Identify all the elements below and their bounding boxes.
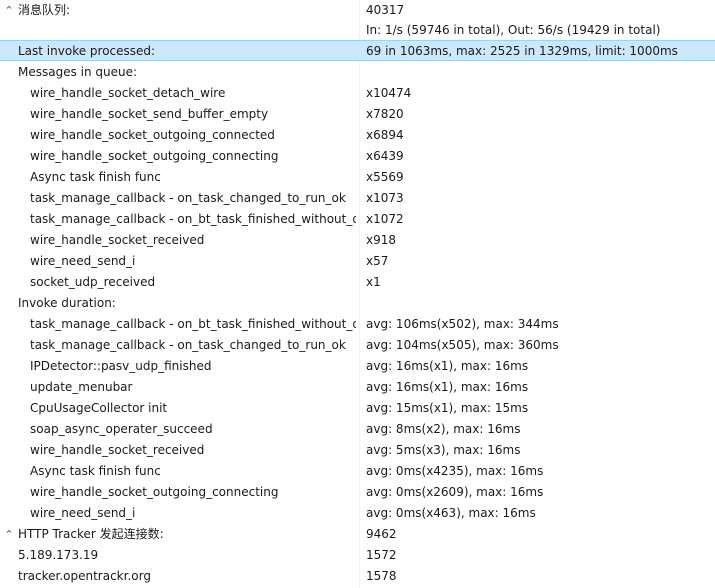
row-label: 5.189.173.19 xyxy=(18,548,99,562)
tree-row[interactable]: tracker.opentrackr.org 1578 xyxy=(0,565,715,586)
row-label: HTTP Tracker 发起连接数: xyxy=(18,527,164,541)
row-value: In: 1/s (59746 in total), Out: 56/s (194… xyxy=(366,23,661,37)
row-label: wire_handle_socket_received xyxy=(30,443,205,457)
row-label: Last invoke processed: xyxy=(18,44,156,58)
row-label: task_manage_callback - on_task_changed_t… xyxy=(30,338,346,352)
tree-row[interactable]: CpuUsageCollector init avg: 15ms(x1), ma… xyxy=(0,397,715,418)
row-value: avg: 16ms(x1), max: 16ms xyxy=(366,380,529,394)
row-value: x1072 xyxy=(366,212,404,226)
tree-row[interactable]: wire_need_send_i avg: 0ms(x463), max: 16… xyxy=(0,502,715,523)
row-value: avg: 5ms(x3), max: 16ms xyxy=(366,443,521,457)
row-value: 40317 xyxy=(366,3,405,17)
row-label: Messages in queue: xyxy=(18,65,138,79)
row-value: x10474 xyxy=(366,86,412,100)
row-label: wire_handle_socket_outgoing_connecting xyxy=(30,149,279,163)
row-value: 69 in 1063ms, max: 2525 in 1329ms, limit… xyxy=(366,44,678,58)
tree-row-message-queue[interactable]: ⌃ 消息队列: 40317 xyxy=(0,0,715,19)
row-label: Invoke duration: xyxy=(18,296,116,310)
row-value: x918 xyxy=(366,233,397,247)
tree-row-throughput[interactable]: In: 1/s (59746 in total), Out: 56/s (194… xyxy=(0,19,715,40)
tree-row[interactable]: Async task finish func x5569 xyxy=(0,166,715,187)
tree-row[interactable]: wire_handle_socket_outgoing_connecting x… xyxy=(0,145,715,166)
row-label: task_manage_callback - on_task_changed_t… xyxy=(30,191,346,205)
row-label: soap_async_operater_succeed xyxy=(30,422,213,436)
tree-row[interactable]: task_manage_callback - on_task_changed_t… xyxy=(0,334,715,355)
tree-row[interactable]: task_manage_callback - on_bt_task_finish… xyxy=(0,208,715,229)
row-value: avg: 15ms(x1), max: 15ms xyxy=(366,401,529,415)
row-label: wire_handle_socket_outgoing_connected xyxy=(30,128,275,142)
tree-row[interactable]: task_manage_callback - on_bt_task_finish… xyxy=(0,313,715,334)
tree-row-http-tracker[interactable]: ⌃ HTTP Tracker 发起连接数: 9462 xyxy=(0,523,715,544)
row-value: avg: 106ms(x502), max: 344ms xyxy=(366,317,559,331)
row-label: wire_need_send_i xyxy=(30,506,136,520)
tree-row-messages-in-queue[interactable]: Messages in queue: xyxy=(0,61,715,82)
row-value: avg: 0ms(x2609), max: 16ms xyxy=(366,485,544,499)
tree-row[interactable]: wire_handle_socket_outgoing_connected x6… xyxy=(0,124,715,145)
row-value: x1073 xyxy=(366,191,404,205)
row-value: avg: 104ms(x505), max: 360ms xyxy=(366,338,559,352)
tree-row[interactable]: Async task finish func avg: 0ms(x4235), … xyxy=(0,460,715,481)
row-value: avg: 8ms(x2), max: 16ms xyxy=(366,422,521,436)
row-value: avg: 0ms(x463), max: 16ms xyxy=(366,506,536,520)
row-label: CpuUsageCollector init xyxy=(30,401,168,415)
row-value: 1572 xyxy=(366,548,397,562)
tree-row[interactable]: wire_handle_socket_received avg: 5ms(x3)… xyxy=(0,439,715,460)
row-value: x6894 xyxy=(366,128,404,142)
chevron-up-icon[interactable]: ⌃ xyxy=(4,1,14,20)
tree-row[interactable]: soap_async_operater_succeed avg: 8ms(x2)… xyxy=(0,418,715,439)
tree-row-last-invoke[interactable]: Last invoke processed: 69 in 1063ms, max… xyxy=(0,40,715,61)
row-label: Async task finish func xyxy=(30,464,161,478)
tree-row[interactable]: IPDetector::pasv_udp_finished avg: 16ms(… xyxy=(0,355,715,376)
row-label: wire_handle_socket_detach_wire xyxy=(30,86,226,100)
tree-row[interactable]: wire_need_send_i x57 xyxy=(0,250,715,271)
row-label: wire_handle_socket_outgoing_connecting xyxy=(30,485,279,499)
tree-row[interactable]: task_manage_callback - on_task_changed_t… xyxy=(0,187,715,208)
queue-tree-view[interactable]: ⌃ 消息队列: 40317 In: 1/s (59746 in total), … xyxy=(0,0,715,588)
tree-row[interactable]: wire_handle_socket_send_buffer_empty x78… xyxy=(0,103,715,124)
row-value: x1 xyxy=(366,275,381,289)
row-label: wire_handle_socket_received xyxy=(30,233,205,247)
tree-row[interactable]: wire_handle_socket_received x918 xyxy=(0,229,715,250)
row-value: 9462 xyxy=(366,527,397,541)
tree-row[interactable]: 5.189.173.19 1572 xyxy=(0,544,715,565)
tree-row-invoke-duration[interactable]: Invoke duration: xyxy=(0,292,715,313)
tree-row[interactable]: wire_handle_socket_detach_wire x10474 xyxy=(0,82,715,103)
row-label: task_manage_callback - on_bt_task_finish… xyxy=(30,212,356,226)
row-value: x6439 xyxy=(366,149,404,163)
row-value: avg: 0ms(x4235), max: 16ms xyxy=(366,464,544,478)
row-label: 消息队列: xyxy=(18,3,71,17)
row-value: avg: 16ms(x1), max: 16ms xyxy=(366,359,529,373)
row-value: x7820 xyxy=(366,107,404,121)
row-label: wire_handle_socket_send_buffer_empty xyxy=(30,107,269,121)
row-value: x57 xyxy=(366,254,389,268)
tree-row[interactable]: update_menubar avg: 16ms(x1), max: 16ms xyxy=(0,376,715,397)
row-label: socket_udp_received xyxy=(30,275,156,289)
row-value: 1578 xyxy=(366,569,397,583)
row-label: update_menubar xyxy=(30,380,133,394)
tree-row[interactable]: wire_handle_socket_outgoing_connecting a… xyxy=(0,481,715,502)
row-label: Async task finish func xyxy=(30,170,161,184)
row-label: IPDetector::pasv_udp_finished xyxy=(30,359,212,373)
row-label: task_manage_callback - on_bt_task_finish… xyxy=(30,317,356,331)
chevron-up-icon[interactable]: ⌃ xyxy=(4,524,14,545)
row-value: x5569 xyxy=(366,170,404,184)
tree-row[interactable]: socket_udp_received x1 xyxy=(0,271,715,292)
row-label: tracker.opentrackr.org xyxy=(18,569,151,583)
row-label: wire_need_send_i xyxy=(30,254,136,268)
